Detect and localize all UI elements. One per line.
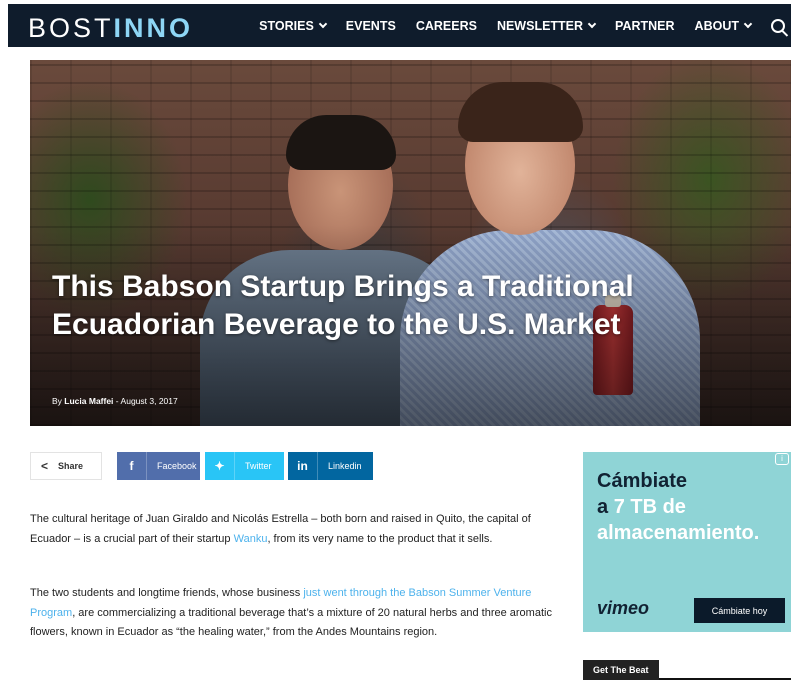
- hero-image: This Babson Startup Brings a Traditional…: [30, 60, 791, 426]
- logo-text-b: INNO: [113, 13, 194, 43]
- publish-date: August 3, 2017: [120, 396, 178, 406]
- nav-events[interactable]: EVENTS: [346, 19, 396, 33]
- chevron-down-icon: [318, 19, 328, 29]
- vimeo-logo: vimeo: [597, 598, 650, 618]
- p2-text-a: The two students and longtime friends, w…: [30, 587, 304, 599]
- article-title: This Babson Startup Brings a Traditional…: [52, 270, 634, 341]
- linkedin-label: Linkedin: [328, 461, 362, 471]
- nav-careers-label: CAREERS: [415, 18, 477, 33]
- nav-about[interactable]: ABOUT: [694, 18, 753, 33]
- logo-text-a: BOST: [28, 13, 114, 43]
- nav-partner-label: PARTNER: [615, 18, 675, 33]
- ad-info-icon[interactable]: i: [775, 453, 789, 465]
- get-the-beat-label: Get The Beat: [583, 660, 659, 680]
- search-icon[interactable]: [771, 18, 785, 33]
- chevron-down-icon: [743, 19, 753, 29]
- nav-stories[interactable]: STORIES: [259, 18, 328, 33]
- nav-about-label: ABOUT: [694, 18, 739, 33]
- linkedin-share-button[interactable]: in Linkedin: [288, 452, 373, 480]
- ad-line-2: a 7 TB de: [597, 494, 759, 520]
- share-button[interactable]: < Share: [30, 452, 102, 480]
- ad-line-2b: 7 TB de: [613, 496, 686, 518]
- nav-stories-label: STORIES: [259, 18, 314, 33]
- advertisement[interactable]: i Cámbiate a 7 TB de almacenamiento. vim…: [583, 452, 791, 632]
- p2-text-b: , are commercializing a traditional beve…: [30, 606, 552, 639]
- facebook-icon: f: [117, 452, 147, 480]
- twitter-share-button[interactable]: ✦ Twitter: [205, 452, 284, 480]
- ad-line-2a: a: [597, 496, 614, 518]
- top-navbar: BOSTINNO STORIES EVENTS CAREERS NEWSLETT…: [8, 4, 791, 47]
- wanku-link[interactable]: Wanku: [234, 533, 268, 545]
- get-the-beat-header: Get The Beat: [583, 660, 791, 680]
- twitter-label: Twitter: [245, 461, 272, 471]
- article-paragraph-1: The cultural heritage of Juan Giraldo an…: [30, 510, 555, 549]
- facebook-label: Facebook: [157, 461, 197, 471]
- author-link[interactable]: Lucia Maffei: [64, 396, 113, 406]
- linkedin-icon: in: [288, 452, 318, 480]
- share-icon: <: [41, 459, 49, 473]
- ad-line-1: Cámbiate: [597, 470, 688, 492]
- main-nav: STORIES EVENTS CAREERS NEWSLETTER PARTNE…: [259, 4, 791, 47]
- p1-text-b: , from its very name to the product that…: [267, 532, 493, 545]
- facebook-share-button[interactable]: f Facebook: [117, 452, 200, 480]
- article-paragraph-2: The two students and longtime friends, w…: [30, 584, 555, 643]
- hero-gradient-overlay: [30, 60, 791, 426]
- nav-partner[interactable]: PARTNER: [615, 19, 675, 33]
- twitter-icon: ✦: [205, 452, 235, 480]
- byline-by: By: [52, 396, 62, 406]
- nav-careers[interactable]: CAREERS: [416, 19, 477, 33]
- nav-newsletter[interactable]: NEWSLETTER: [496, 18, 597, 33]
- nav-newsletter-label: NEWSLETTER: [496, 18, 584, 33]
- byline-separator: -: [115, 396, 119, 406]
- nav-events-label: EVENTS: [345, 18, 396, 33]
- ad-line-3: almacenamiento.: [597, 522, 760, 544]
- ad-cta-button[interactable]: Cámbiate hoy: [694, 598, 785, 623]
- chevron-down-icon: [587, 19, 597, 29]
- share-label: Share: [58, 461, 84, 471]
- site-logo[interactable]: BOSTINNO: [28, 13, 193, 44]
- article-byline: By Lucia Maffei - August 3, 2017: [52, 396, 178, 406]
- ad-headline: Cámbiate a 7 TB de almacenamiento.: [597, 468, 759, 546]
